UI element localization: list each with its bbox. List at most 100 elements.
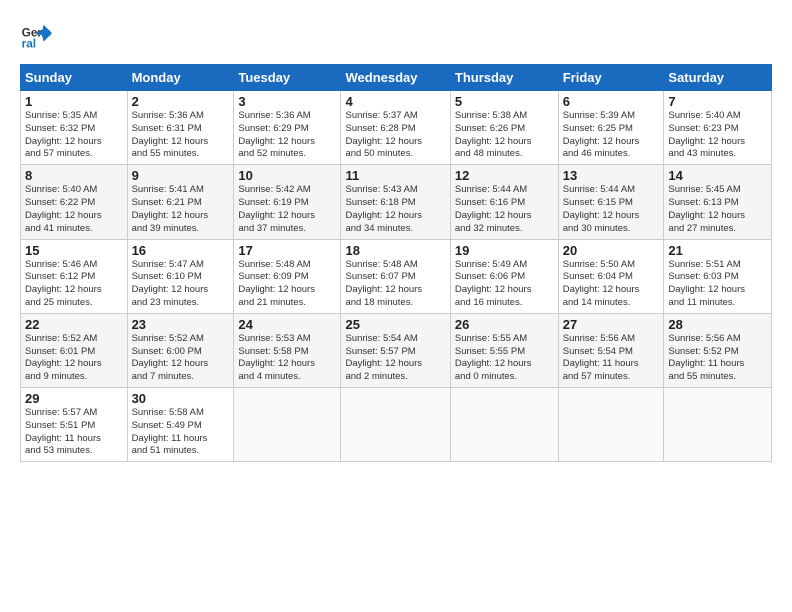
- day-detail: Sunrise: 5:40 AM Sunset: 6:22 PM Dayligh…: [25, 184, 123, 235]
- day-detail: Sunrise: 5:36 AM Sunset: 6:31 PM Dayligh…: [132, 110, 230, 161]
- table-row: 3Sunrise: 5:36 AM Sunset: 6:29 PM Daylig…: [234, 91, 341, 165]
- table-row: 12Sunrise: 5:44 AM Sunset: 6:16 PM Dayli…: [450, 165, 558, 239]
- table-row: 13Sunrise: 5:44 AM Sunset: 6:15 PM Dayli…: [558, 165, 664, 239]
- table-row: 9Sunrise: 5:41 AM Sunset: 6:21 PM Daylig…: [127, 165, 234, 239]
- table-row: 23Sunrise: 5:52 AM Sunset: 6:00 PM Dayli…: [127, 313, 234, 387]
- day-detail: Sunrise: 5:44 AM Sunset: 6:15 PM Dayligh…: [563, 184, 660, 235]
- col-header-tuesday: Tuesday: [234, 65, 341, 91]
- day-number: 4: [345, 94, 445, 109]
- day-detail: Sunrise: 5:57 AM Sunset: 5:51 PM Dayligh…: [25, 407, 123, 458]
- day-detail: Sunrise: 5:49 AM Sunset: 6:06 PM Dayligh…: [455, 259, 554, 310]
- table-row: [450, 388, 558, 462]
- day-number: 23: [132, 317, 230, 332]
- col-header-saturday: Saturday: [664, 65, 772, 91]
- day-detail: Sunrise: 5:40 AM Sunset: 6:23 PM Dayligh…: [668, 110, 767, 161]
- table-row: 30Sunrise: 5:58 AM Sunset: 5:49 PM Dayli…: [127, 388, 234, 462]
- calendar-table: SundayMondayTuesdayWednesdayThursdayFrid…: [20, 64, 772, 462]
- day-detail: Sunrise: 5:50 AM Sunset: 6:04 PM Dayligh…: [563, 259, 660, 310]
- day-detail: Sunrise: 5:56 AM Sunset: 5:54 PM Dayligh…: [563, 333, 660, 384]
- day-number: 6: [563, 94, 660, 109]
- table-row: [664, 388, 772, 462]
- day-number: 25: [345, 317, 445, 332]
- day-detail: Sunrise: 5:35 AM Sunset: 6:32 PM Dayligh…: [25, 110, 123, 161]
- day-number: 27: [563, 317, 660, 332]
- day-number: 22: [25, 317, 123, 332]
- day-number: 20: [563, 243, 660, 258]
- day-number: 1: [25, 94, 123, 109]
- day-number: 15: [25, 243, 123, 258]
- day-number: 14: [668, 168, 767, 183]
- logo: Gene ral: [20, 18, 56, 50]
- day-detail: Sunrise: 5:58 AM Sunset: 5:49 PM Dayligh…: [132, 407, 230, 458]
- table-row: 19Sunrise: 5:49 AM Sunset: 6:06 PM Dayli…: [450, 239, 558, 313]
- day-number: 9: [132, 168, 230, 183]
- table-row: 28Sunrise: 5:56 AM Sunset: 5:52 PM Dayli…: [664, 313, 772, 387]
- day-number: 19: [455, 243, 554, 258]
- day-number: 13: [563, 168, 660, 183]
- day-number: 24: [238, 317, 336, 332]
- day-detail: Sunrise: 5:36 AM Sunset: 6:29 PM Dayligh…: [238, 110, 336, 161]
- table-row: 24Sunrise: 5:53 AM Sunset: 5:58 PM Dayli…: [234, 313, 341, 387]
- day-number: 5: [455, 94, 554, 109]
- table-row: 5Sunrise: 5:38 AM Sunset: 6:26 PM Daylig…: [450, 91, 558, 165]
- table-row: 14Sunrise: 5:45 AM Sunset: 6:13 PM Dayli…: [664, 165, 772, 239]
- day-detail: Sunrise: 5:44 AM Sunset: 6:16 PM Dayligh…: [455, 184, 554, 235]
- day-number: 21: [668, 243, 767, 258]
- day-detail: Sunrise: 5:39 AM Sunset: 6:25 PM Dayligh…: [563, 110, 660, 161]
- day-number: 2: [132, 94, 230, 109]
- table-row: 21Sunrise: 5:51 AM Sunset: 6:03 PM Dayli…: [664, 239, 772, 313]
- table-row: 4Sunrise: 5:37 AM Sunset: 6:28 PM Daylig…: [341, 91, 450, 165]
- day-number: 28: [668, 317, 767, 332]
- day-number: 29: [25, 391, 123, 406]
- logo-icon: Gene ral: [20, 18, 52, 50]
- day-detail: Sunrise: 5:56 AM Sunset: 5:52 PM Dayligh…: [668, 333, 767, 384]
- day-number: 17: [238, 243, 336, 258]
- day-number: 10: [238, 168, 336, 183]
- table-row: 22Sunrise: 5:52 AM Sunset: 6:01 PM Dayli…: [21, 313, 128, 387]
- table-row: 8Sunrise: 5:40 AM Sunset: 6:22 PM Daylig…: [21, 165, 128, 239]
- table-row: 26Sunrise: 5:55 AM Sunset: 5:55 PM Dayli…: [450, 313, 558, 387]
- col-header-sunday: Sunday: [21, 65, 128, 91]
- day-number: 3: [238, 94, 336, 109]
- col-header-wednesday: Wednesday: [341, 65, 450, 91]
- table-row: 1Sunrise: 5:35 AM Sunset: 6:32 PM Daylig…: [21, 91, 128, 165]
- day-detail: Sunrise: 5:47 AM Sunset: 6:10 PM Dayligh…: [132, 259, 230, 310]
- day-number: 12: [455, 168, 554, 183]
- col-header-monday: Monday: [127, 65, 234, 91]
- day-number: 18: [345, 243, 445, 258]
- day-detail: Sunrise: 5:42 AM Sunset: 6:19 PM Dayligh…: [238, 184, 336, 235]
- day-detail: Sunrise: 5:38 AM Sunset: 6:26 PM Dayligh…: [455, 110, 554, 161]
- day-detail: Sunrise: 5:41 AM Sunset: 6:21 PM Dayligh…: [132, 184, 230, 235]
- col-header-friday: Friday: [558, 65, 664, 91]
- table-row: 7Sunrise: 5:40 AM Sunset: 6:23 PM Daylig…: [664, 91, 772, 165]
- day-detail: Sunrise: 5:54 AM Sunset: 5:57 PM Dayligh…: [345, 333, 445, 384]
- day-number: 7: [668, 94, 767, 109]
- day-detail: Sunrise: 5:45 AM Sunset: 6:13 PM Dayligh…: [668, 184, 767, 235]
- day-detail: Sunrise: 5:43 AM Sunset: 6:18 PM Dayligh…: [345, 184, 445, 235]
- table-row: [234, 388, 341, 462]
- day-detail: Sunrise: 5:46 AM Sunset: 6:12 PM Dayligh…: [25, 259, 123, 310]
- day-number: 8: [25, 168, 123, 183]
- day-detail: Sunrise: 5:52 AM Sunset: 6:01 PM Dayligh…: [25, 333, 123, 384]
- day-detail: Sunrise: 5:53 AM Sunset: 5:58 PM Dayligh…: [238, 333, 336, 384]
- day-number: 16: [132, 243, 230, 258]
- table-row: 27Sunrise: 5:56 AM Sunset: 5:54 PM Dayli…: [558, 313, 664, 387]
- table-row: 17Sunrise: 5:48 AM Sunset: 6:09 PM Dayli…: [234, 239, 341, 313]
- col-header-thursday: Thursday: [450, 65, 558, 91]
- table-row: 20Sunrise: 5:50 AM Sunset: 6:04 PM Dayli…: [558, 239, 664, 313]
- day-detail: Sunrise: 5:52 AM Sunset: 6:00 PM Dayligh…: [132, 333, 230, 384]
- table-row: [558, 388, 664, 462]
- table-row: 18Sunrise: 5:48 AM Sunset: 6:07 PM Dayli…: [341, 239, 450, 313]
- day-number: 26: [455, 317, 554, 332]
- table-row: [341, 388, 450, 462]
- day-detail: Sunrise: 5:48 AM Sunset: 6:09 PM Dayligh…: [238, 259, 336, 310]
- svg-text:ral: ral: [22, 37, 36, 50]
- day-number: 11: [345, 168, 445, 183]
- table-row: 15Sunrise: 5:46 AM Sunset: 6:12 PM Dayli…: [21, 239, 128, 313]
- table-row: 29Sunrise: 5:57 AM Sunset: 5:51 PM Dayli…: [21, 388, 128, 462]
- table-row: 25Sunrise: 5:54 AM Sunset: 5:57 PM Dayli…: [341, 313, 450, 387]
- table-row: 11Sunrise: 5:43 AM Sunset: 6:18 PM Dayli…: [341, 165, 450, 239]
- day-detail: Sunrise: 5:48 AM Sunset: 6:07 PM Dayligh…: [345, 259, 445, 310]
- table-row: 10Sunrise: 5:42 AM Sunset: 6:19 PM Dayli…: [234, 165, 341, 239]
- table-row: 2Sunrise: 5:36 AM Sunset: 6:31 PM Daylig…: [127, 91, 234, 165]
